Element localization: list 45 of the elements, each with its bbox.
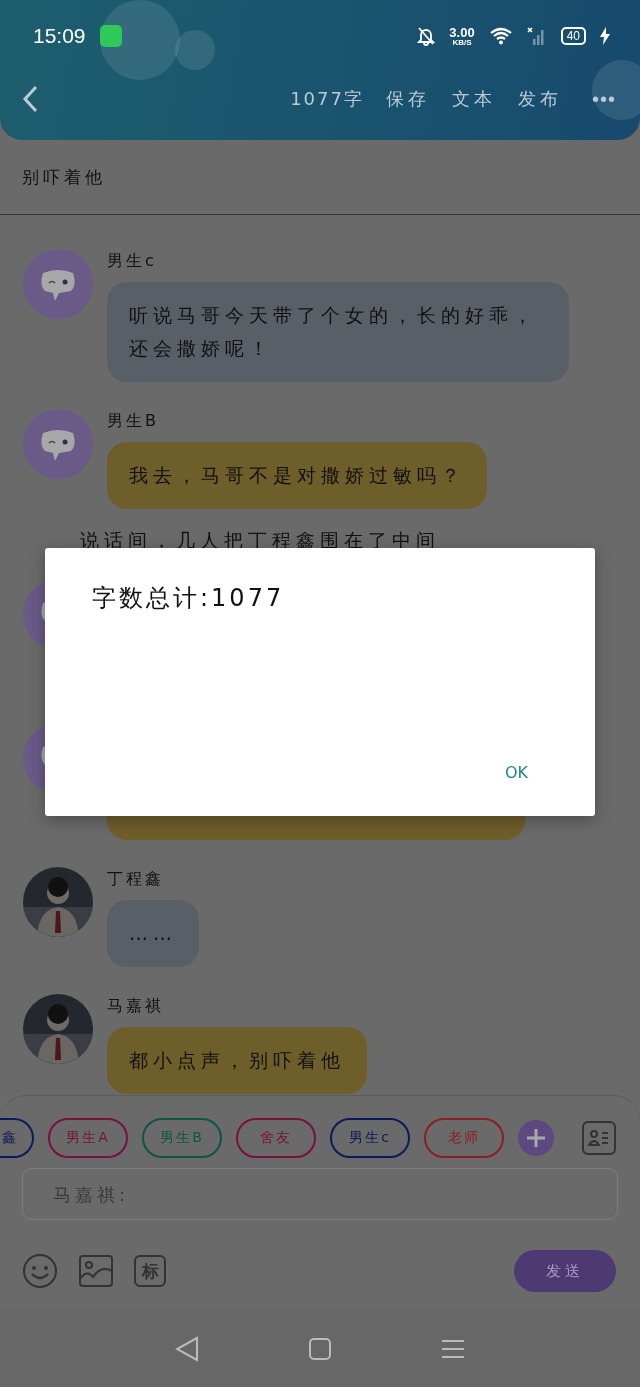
contact-card-icon — [587, 1128, 611, 1148]
back-icon[interactable] — [22, 85, 38, 113]
message-bubble: 听说马哥今天带了个女的，长的好乖，还会撒娇呢！ — [107, 282, 569, 382]
back-icon[interactable] — [175, 1335, 199, 1362]
menu-icon[interactable] — [441, 1338, 465, 1359]
chapter-title: 别吓着他 — [22, 165, 106, 189]
word-count: 1077字 — [290, 87, 364, 111]
bell-off-icon — [417, 26, 436, 46]
dialog-message: 字数总计:1077 — [92, 583, 285, 614]
message-bubble: …… — [107, 900, 199, 967]
header-action[interactable]: 保存 — [386, 87, 430, 111]
network-speed: 3.00 — [449, 25, 475, 39]
image-icon — [79, 1255, 113, 1287]
emoji-button[interactable] — [22, 1253, 58, 1289]
header-action[interactable]: 文本 — [452, 87, 496, 111]
speed-unit: KB/S — [452, 38, 472, 47]
home-icon[interactable] — [309, 1337, 331, 1360]
contact-card-button[interactable] — [582, 1121, 616, 1155]
sender-name: 丁程鑫 — [107, 869, 164, 890]
role-chip[interactable]: 鑫 — [0, 1118, 34, 1158]
role-chip[interactable]: 老师 — [424, 1118, 504, 1158]
role-chip[interactable]: 男生c — [330, 1118, 410, 1158]
image-button[interactable] — [78, 1253, 114, 1289]
plus-icon — [525, 1127, 547, 1149]
message-bubble: 我去，马哥不是对撒娇过敏吗？ — [107, 442, 487, 509]
sender-name: 男生B — [107, 411, 159, 432]
status-time: 15:09 — [33, 24, 86, 48]
sender-name: 马嘉祺 — [107, 996, 164, 1017]
battery-level: 40 — [560, 27, 586, 45]
charging-icon — [600, 27, 610, 45]
header-action[interactable]: 发布 — [518, 87, 562, 111]
smiley-icon — [22, 1253, 58, 1289]
decorative-circle — [592, 60, 640, 120]
wifi-icon — [488, 27, 513, 45]
send-button[interactable]: 发送 — [514, 1250, 616, 1292]
ok-button[interactable]: OK — [484, 759, 548, 786]
sender-name: 男生c — [107, 251, 157, 272]
role-chip[interactable]: 舍友 — [236, 1118, 316, 1158]
add-button[interactable] — [518, 1120, 554, 1156]
message-bubble: 都小点声，别吓着他 — [107, 1027, 367, 1094]
more-button[interactable]: ••• — [592, 87, 616, 111]
role-chip[interactable]: 男生A — [48, 1118, 128, 1158]
role-chip[interactable]: 男生B — [142, 1118, 222, 1158]
signal-icon — [526, 27, 547, 45]
app-notification-icon — [99, 25, 122, 47]
